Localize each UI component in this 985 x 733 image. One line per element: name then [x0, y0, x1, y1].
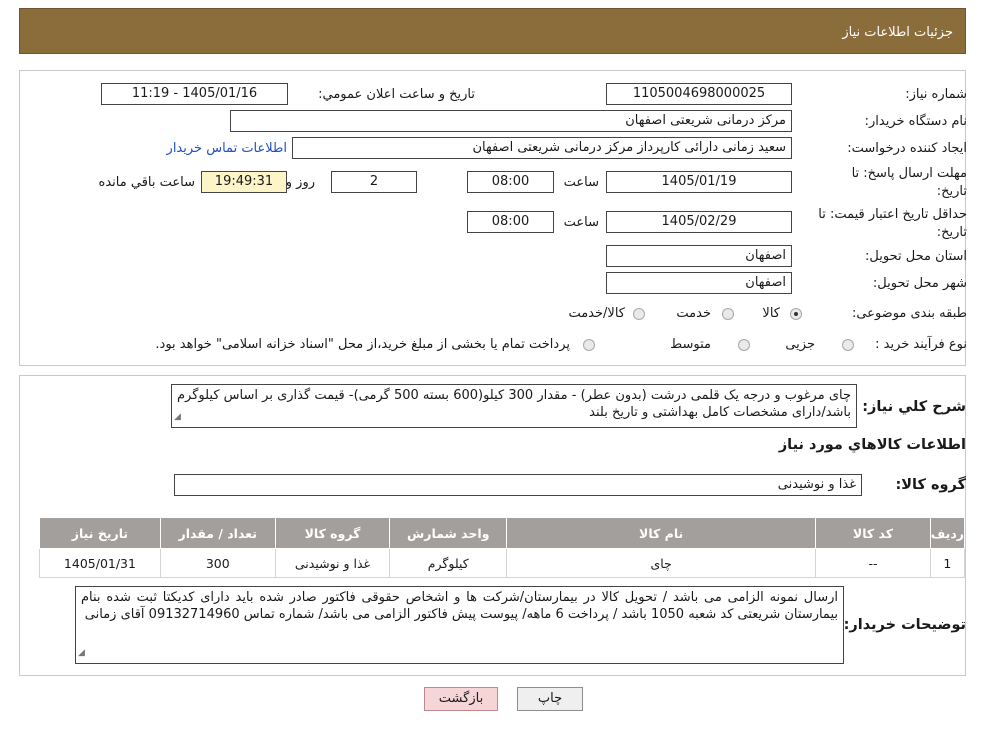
need-number-label: شماره نیاز:	[905, 87, 967, 102]
treasury-payment-checkbox[interactable]	[583, 339, 595, 351]
deadline-date-field: 1405/01/19	[606, 171, 792, 193]
description-text: چای مرغوب و درجه یک قلمی درشت (بدون عطر)…	[177, 388, 851, 420]
category-option-goods: کالا	[762, 306, 780, 321]
province-field: اصفهان	[606, 245, 792, 267]
category-option-service: خدمت	[676, 306, 711, 321]
validity-time-label: ساعت	[563, 215, 599, 230]
process-option-medium: متوسط	[670, 337, 711, 352]
goods-group-field: غذا و نوشیدنی	[174, 474, 862, 496]
buyer-notes-textarea: ارسال نمونه الزامی می باشد / تحویل کالا …	[75, 586, 844, 664]
goods-table: رديف کد کالا نام کالا واحد شمارش گروه کا…	[39, 517, 966, 578]
cell-name: چای	[506, 548, 817, 578]
buyer-notes-label: توضيحات خريدار:	[843, 617, 966, 633]
deadline-date-label: تاريخ:	[936, 184, 967, 199]
validity-date-field: 1405/02/29	[606, 211, 792, 233]
process-option-partial: جزیی	[785, 337, 815, 352]
category-option-goods-service: کالا/خدمت	[568, 306, 625, 321]
announce-label: تاريخ و ساعت اعلان عمومي:	[318, 87, 475, 102]
col-unit: واحد شمارش	[389, 517, 508, 549]
print-button[interactable]: چاپ	[517, 687, 583, 711]
buyer-contact-link[interactable]: اطلاعات تماس خريدار	[167, 141, 287, 156]
goods-section-title: اطلاعات کالاهاي مورد نياز	[778, 437, 966, 453]
page-header: جزئیات اطلاعات نیاز	[19, 8, 966, 54]
cell-code: --	[815, 548, 931, 578]
validity-time-field: 08:00	[467, 211, 554, 233]
page-title: جزئیات اطلاعات نیاز	[842, 25, 953, 40]
deadline-label: مهلت ارسال پاسخ: تا	[851, 166, 967, 181]
description-textarea: چای مرغوب و درجه یک قلمی درشت (بدون عطر)…	[171, 384, 857, 428]
creator-label: ايجاد کننده درخواست:	[847, 141, 967, 156]
days-label: روز و	[285, 175, 315, 190]
goods-table-header: رديف کد کالا نام کالا واحد شمارش گروه کا…	[39, 517, 966, 549]
col-name: نام کالا	[506, 517, 817, 549]
category-radio-service[interactable]	[722, 308, 734, 320]
category-label: طبقه بندی موضوعی:	[851, 306, 967, 321]
days-remaining-field: 2	[331, 171, 417, 193]
deadline-time-field: 08:00	[467, 171, 554, 193]
cell-unit: کیلوگرم	[389, 548, 508, 578]
cell-group: غذا و نوشیدنی	[274, 548, 391, 578]
buyer-notes-text: ارسال نمونه الزامی می باشد / تحویل کالا …	[81, 590, 838, 622]
col-row: رديف	[929, 517, 966, 549]
process-radio-medium[interactable]	[738, 339, 750, 351]
treasury-payment-note: پرداخت تمام یا بخشی از مبلغ خرید،از محل …	[155, 337, 570, 352]
col-need-date: تاريخ نياز	[39, 517, 161, 549]
back-button[interactable]: بازگشت	[424, 687, 498, 711]
cell-quantity: 300	[159, 548, 276, 578]
buyer-org-label: نام دستگاه خريدار:	[864, 114, 967, 129]
announce-datetime-field: 1405/01/16 - 11:19	[101, 83, 288, 105]
province-label: استان محل تحويل:	[865, 249, 967, 264]
goods-group-label: گروه کالا:	[895, 477, 966, 493]
cell-need-date: 1405/01/31	[39, 548, 161, 578]
process-radio-partial[interactable]	[842, 339, 854, 351]
col-quantity: تعداد / مقدار	[159, 517, 276, 549]
creator-field: سعید زمانی دارائی کارپرداز مرکز درمانی ش…	[292, 137, 792, 159]
col-group: گروه کالا	[274, 517, 391, 549]
cell-row: 1	[929, 548, 966, 578]
need-number-field: 1105004698000025	[606, 83, 792, 105]
deadline-time-label: ساعت	[563, 175, 599, 190]
time-remaining-field: 19:49:31	[201, 171, 287, 193]
col-code: کد کالا	[815, 517, 931, 549]
process-label: نوع فرآيند خريد :	[875, 337, 967, 352]
category-radio-goods[interactable]	[790, 308, 802, 320]
resize-grip-icon[interactable]: ◢	[78, 645, 85, 662]
city-field: اصفهان	[606, 272, 792, 294]
city-label: شهر محل تحويل:	[872, 276, 967, 291]
table-row: 1 -- چای کیلوگرم غذا و نوشیدنی 300 1405/…	[39, 548, 966, 578]
resize-grip-icon[interactable]: ◢	[174, 409, 181, 426]
buyer-org-field: مرکز درمانی شریعتی اصفهان	[230, 110, 792, 132]
validity-date-label: تاريخ:	[936, 225, 967, 240]
time-remaining-label: ساعت باقي مانده	[98, 175, 195, 190]
validity-label: حداقل تاريخ اعتبار قيمت: تا	[818, 207, 967, 222]
category-radio-goods-service[interactable]	[633, 308, 645, 320]
description-label: شرح کلي نياز:	[862, 399, 966, 415]
